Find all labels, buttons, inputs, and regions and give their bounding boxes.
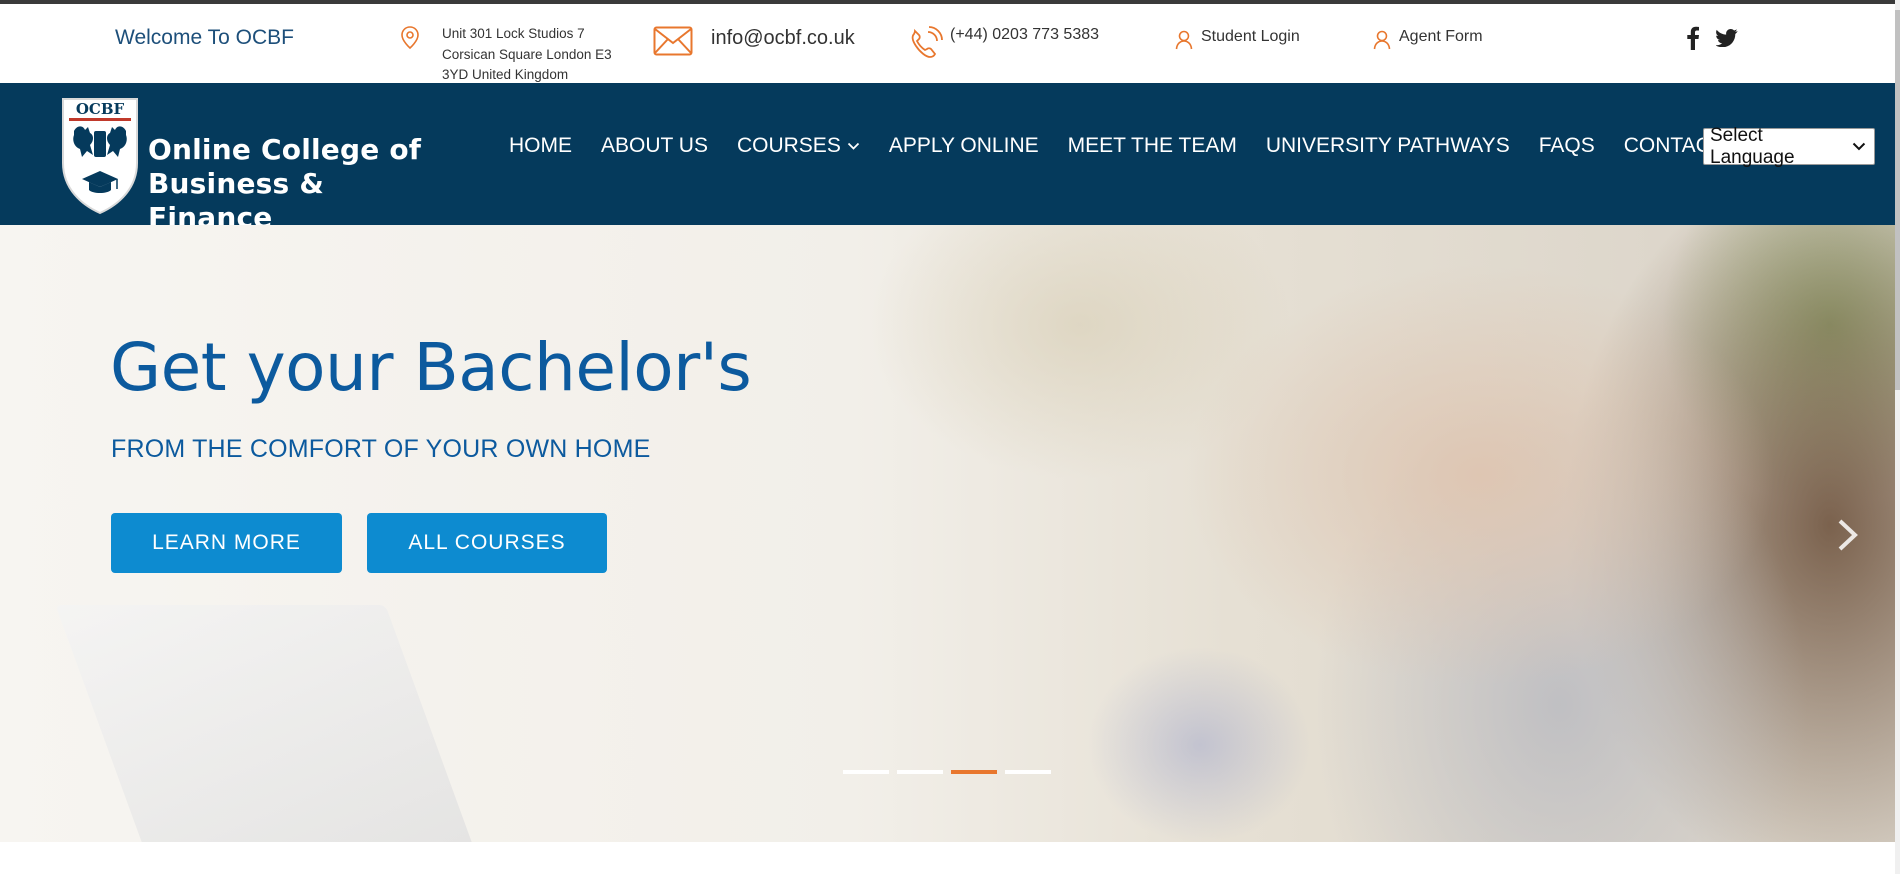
nav-courses-label: COURSES <box>736 134 841 157</box>
welcome-text: Welcome To OCBF <box>115 26 294 49</box>
language-select[interactable]: Select Language <box>1703 125 1875 168</box>
facebook-icon[interactable] <box>1686 26 1700 55</box>
phone-icon <box>911 26 943 58</box>
nav-faqs[interactable]: FAQS <box>1539 134 1595 158</box>
nav-meet-the-team[interactable]: MEET THE TEAM <box>1068 134 1237 158</box>
nav-about-us[interactable]: ABOUT US <box>601 134 708 158</box>
nav-apply-online[interactable]: APPLY ONLINE <box>889 134 1039 158</box>
chevron-down-icon <box>847 142 859 150</box>
agent-form-label[interactable]: Agent Form <box>1399 28 1483 46</box>
scrollbar-thumb[interactable] <box>1895 10 1900 390</box>
chevron-right-icon[interactable] <box>1836 518 1860 557</box>
learn-more-button[interactable]: LEARN MORE <box>111 513 342 573</box>
hero-subtitle: FROM THE COMFORT OF YOUR OWN HOME <box>111 435 651 463</box>
hero-slider: Get your Bachelor's FROM THE COMFORT OF … <box>0 225 1895 842</box>
user-icon <box>1373 30 1391 50</box>
email-link[interactable]: info@ocbf.co.uk <box>711 27 855 50</box>
phone-number[interactable]: (+44) 0203 773 5383 <box>950 26 1099 44</box>
logo-text: Online College of Business & Finance <box>148 133 440 235</box>
email-item[interactable]: info@ocbf.co.uk <box>653 26 855 56</box>
student-login-link[interactable]: Student Login <box>1175 28 1300 50</box>
chevron-down-icon <box>1852 142 1866 151</box>
student-login-label[interactable]: Student Login <box>1201 28 1300 46</box>
nav-courses[interactable]: COURSES <box>737 134 860 158</box>
slider-dot[interactable] <box>897 770 943 774</box>
logo-line: Online College of <box>148 133 422 166</box>
nav-university-pathways[interactable]: UNIVERSITY PATHWAYS <box>1266 134 1510 158</box>
top-info-bar: Welcome To OCBF Unit 301 Lock Studios 7 … <box>0 4 1895 101</box>
address-line: Unit 301 Lock Studios 7 <box>442 26 585 41</box>
address-text: Unit 301 Lock Studios 7 Corsican Square … <box>442 24 642 86</box>
address-line: Corsican Square London E3 <box>442 46 612 62</box>
address-item: Unit 301 Lock Studios 7 Corsican Square … <box>400 25 642 86</box>
location-pin-icon <box>401 26 419 50</box>
hero-title: Get your Bachelor's <box>110 329 752 406</box>
twitter-icon[interactable] <box>1715 29 1738 52</box>
agent-form-link[interactable]: Agent Form <box>1373 28 1483 50</box>
user-icon <box>1175 30 1193 50</box>
main-navbar: OCBF Online College of Business & Financ… <box>0 83 1895 234</box>
slider-dot[interactable] <box>1005 770 1051 774</box>
language-select-value: Select Language <box>1710 124 1795 168</box>
all-courses-button[interactable]: ALL COURSES <box>367 513 607 573</box>
crest-abbr: OCBF <box>76 100 125 118</box>
slider-dot[interactable] <box>951 770 997 774</box>
hero-background-image <box>55 605 495 842</box>
nav-home[interactable]: HOME <box>509 134 572 158</box>
slider-dots <box>843 770 1059 774</box>
envelope-icon <box>653 26 693 56</box>
main-nav: HOME ABOUT US COURSES APPLY ONLINE MEET … <box>509 131 1787 161</box>
college-crest-icon: OCBF <box>62 98 138 215</box>
phone-item[interactable]: (+44) 0203 773 5383 <box>908 26 1099 60</box>
site-logo[interactable]: OCBF Online College of Business & Financ… <box>60 97 440 234</box>
slider-dot[interactable] <box>843 770 889 774</box>
